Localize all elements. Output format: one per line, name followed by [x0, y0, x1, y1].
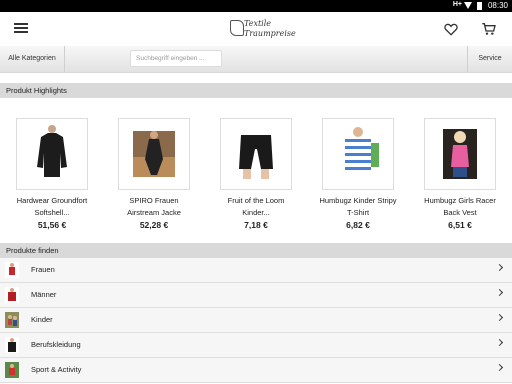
search-input[interactable]	[130, 50, 222, 67]
service-button[interactable]: Service	[467, 46, 512, 72]
product-name: Humbugz Girls Racer Back Vest	[424, 196, 496, 217]
product-image	[220, 118, 292, 190]
search-bar: Alle Kategorien Service	[0, 46, 512, 73]
category-label: Berufskleidung	[31, 340, 81, 349]
product-card[interactable]: Humbugz Kinder Stripy T-Shirt 6,82 €	[310, 118, 406, 230]
product-card[interactable]: SPIRO Frauen Airstream Jacke 52,28 €	[106, 118, 202, 230]
category-thumbnail	[5, 312, 19, 328]
category-item-sport-activity[interactable]: Sport & Activity	[0, 358, 512, 383]
category-thumbnail	[5, 287, 19, 303]
status-bar: H+ 08:30	[0, 0, 512, 12]
app-bar: Textile Traumpreise	[0, 12, 512, 47]
chevron-right-icon	[495, 313, 504, 322]
cart-icon[interactable]	[481, 21, 497, 37]
product-image	[16, 118, 88, 190]
product-name: Fruit of the Loom Kinder...	[227, 196, 285, 217]
product-name: Humbugz Kinder Stripy T-Shirt	[319, 196, 397, 217]
product-price: 7,18 €	[244, 220, 268, 230]
product-card[interactable]: Hardwear Groundfort Softshell... 51,56 €	[4, 118, 100, 230]
product-highlights: Hardwear Groundfort Softshell... 51,56 € …	[0, 98, 512, 243]
product-image	[118, 118, 190, 190]
category-thumbnail	[5, 337, 19, 353]
signal-icon	[464, 2, 472, 9]
category-thumbnail	[5, 362, 19, 378]
product-card[interactable]: Humbugz Girls Racer Back Vest 6,51 €	[412, 118, 508, 230]
category-item-frauen[interactable]: Frauen	[0, 258, 512, 283]
category-list: Frauen Männer Kinder Berufskleidung Spor…	[0, 258, 512, 383]
product-price: 51,56 €	[37, 220, 67, 230]
heart-icon[interactable]	[443, 21, 459, 37]
category-item-berufskleidung[interactable]: Berufskleidung	[0, 333, 512, 358]
category-label: Männer	[31, 290, 57, 299]
category-label: Kinder	[31, 315, 53, 324]
find-products-heading: Produkte finden	[0, 243, 512, 258]
chevron-right-icon	[495, 263, 504, 272]
shirt-logo-icon	[230, 20, 244, 36]
product-image	[322, 118, 394, 190]
category-item-kinder[interactable]: Kinder	[0, 308, 512, 333]
chevron-right-icon	[495, 288, 504, 297]
product-card[interactable]: Fruit of the Loom Kinder... 7,18 €	[208, 118, 304, 230]
product-price: 6,51 €	[448, 220, 472, 230]
product-name: SPIRO Frauen Airstream Jacke	[127, 196, 181, 217]
all-categories-button[interactable]: Alle Kategorien	[0, 46, 65, 72]
menu-icon[interactable]	[14, 21, 30, 35]
category-thumbnail	[5, 262, 19, 278]
product-price: 6,82 €	[346, 220, 370, 230]
product-image	[424, 118, 496, 190]
product-name: Hardwear Groundfort Softshell...	[16, 196, 88, 217]
battery-icon	[477, 2, 482, 10]
product-price: 52,28 €	[139, 220, 169, 230]
chevron-right-icon	[495, 338, 504, 347]
category-label: Sport & Activity	[31, 365, 82, 374]
category-label: Frauen	[31, 265, 55, 274]
status-time: 08:30	[487, 1, 508, 10]
category-item-maenner[interactable]: Männer	[0, 283, 512, 308]
signal-indicator: H+	[452, 1, 462, 8]
highlights-heading: Produkt Highlights	[0, 83, 512, 98]
chevron-right-icon	[495, 363, 504, 372]
logo[interactable]: Textile Traumpreise	[228, 16, 296, 42]
